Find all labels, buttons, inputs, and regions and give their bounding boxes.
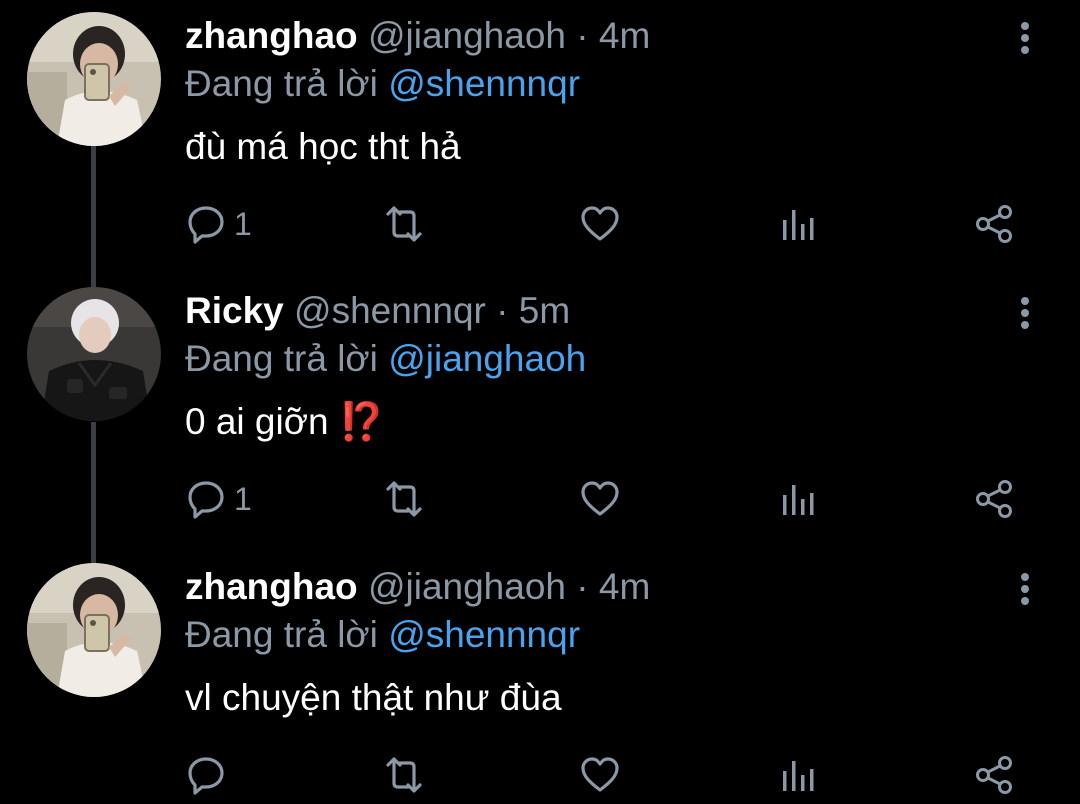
tweet-text: 0 ai giỡn ⁉️	[185, 399, 385, 445]
avatar-image	[27, 12, 161, 146]
like-button[interactable]	[580, 751, 620, 799]
share-button[interactable]	[974, 475, 1014, 523]
tweet-text-content: 0 ai giỡn	[185, 401, 339, 442]
user-handle[interactable]: @jianghaoh	[368, 15, 566, 56]
reply-count: 1	[234, 206, 252, 242]
retweet-button[interactable]	[382, 475, 426, 523]
separator-dot: ·	[576, 15, 589, 56]
retweet-icon	[386, 757, 422, 793]
view-stats-button[interactable]	[780, 751, 816, 799]
share-button[interactable]	[974, 200, 1014, 248]
display-name[interactable]: zhanghao	[185, 15, 358, 56]
tweet-action-bar: 1	[0, 475, 1080, 523]
more-options-button[interactable]	[1010, 293, 1040, 333]
reply-bubble-icon	[188, 206, 224, 244]
interrobang-emoji: ⁉️	[338, 401, 385, 442]
avatar-image	[27, 563, 161, 697]
more-options-button[interactable]	[1010, 18, 1040, 58]
reply-button[interactable]: 1	[186, 475, 252, 523]
tweet-header: zhanghao @jianghaoh · 4m	[185, 565, 650, 609]
tweet-text: vl chuyện thật như đùa	[185, 675, 562, 721]
separator-dot: ·	[496, 290, 509, 331]
view-stats-button[interactable]	[780, 200, 816, 248]
replying-to-mention[interactable]: @jianghaoh	[388, 338, 586, 379]
replying-to-line: Đang trả lời @shennnqr	[185, 613, 580, 657]
view-stats-button[interactable]	[780, 475, 816, 523]
separator-dot: ·	[576, 566, 589, 607]
retweet-button[interactable]	[382, 200, 426, 248]
retweet-icon	[386, 481, 422, 517]
tweet-text-content: vl chuyện thật như đùa	[185, 677, 562, 718]
share-button[interactable]	[974, 751, 1014, 799]
share-icon	[976, 756, 1012, 794]
replying-to-mention[interactable]: @shennnqr	[388, 63, 580, 104]
user-handle[interactable]: @shennnqr	[294, 290, 486, 331]
reply-bubble-icon	[188, 481, 224, 519]
avatar-image	[27, 287, 161, 421]
reply-button[interactable]: 1	[186, 200, 252, 248]
reply-thread: zhanghao @jianghaoh · 4m Đang trả lời @s…	[0, 0, 1080, 804]
user-handle[interactable]: @jianghaoh	[368, 566, 566, 607]
more-options-button[interactable]	[1010, 569, 1040, 609]
tweet-header: Ricky @shennnqr · 5m	[185, 289, 570, 333]
share-icon	[976, 480, 1012, 518]
avatar[interactable]	[27, 563, 161, 697]
avatar[interactable]	[27, 287, 161, 421]
tweet-text-content: đù má học tht hả	[185, 126, 461, 167]
retweet-button[interactable]	[382, 751, 426, 799]
tweet-action-bar: 1	[0, 200, 1080, 248]
timestamp[interactable]: 4m	[599, 566, 650, 607]
replying-to-line: Đang trả lời @shennnqr	[185, 62, 580, 106]
like-button[interactable]	[580, 475, 620, 523]
tweet-text: đù má học tht hả	[185, 124, 461, 170]
tweet-action-bar	[0, 751, 1080, 799]
reply-button[interactable]	[186, 751, 234, 799]
heart-icon	[581, 481, 619, 516]
timestamp[interactable]: 5m	[519, 290, 570, 331]
share-icon	[976, 205, 1012, 243]
avatar[interactable]	[27, 12, 161, 146]
replying-to-line: Đang trả lời @jianghaoh	[185, 337, 586, 381]
replying-to-prefix: Đang trả lời	[185, 614, 378, 655]
reply-bubble-icon	[188, 757, 224, 795]
display-name[interactable]: zhanghao	[185, 566, 358, 607]
tweet-header: zhanghao @jianghaoh · 4m	[185, 14, 650, 58]
bar-chart-icon	[783, 761, 814, 791]
replying-to-prefix: Đang trả lời	[185, 63, 378, 104]
retweet-icon	[386, 206, 422, 242]
heart-icon	[581, 757, 619, 792]
like-button[interactable]	[580, 200, 620, 248]
display-name[interactable]: Ricky	[185, 290, 284, 331]
more-vertical-icon	[1021, 573, 1029, 605]
bar-chart-icon	[783, 485, 814, 515]
replying-to-prefix: Đang trả lời	[185, 338, 378, 379]
reply-count: 1	[234, 481, 252, 517]
timestamp[interactable]: 4m	[599, 15, 650, 56]
bar-chart-icon	[783, 210, 814, 240]
heart-icon	[581, 206, 619, 241]
more-vertical-icon	[1021, 22, 1029, 54]
replying-to-mention[interactable]: @shennnqr	[388, 614, 580, 655]
more-vertical-icon	[1021, 297, 1029, 329]
